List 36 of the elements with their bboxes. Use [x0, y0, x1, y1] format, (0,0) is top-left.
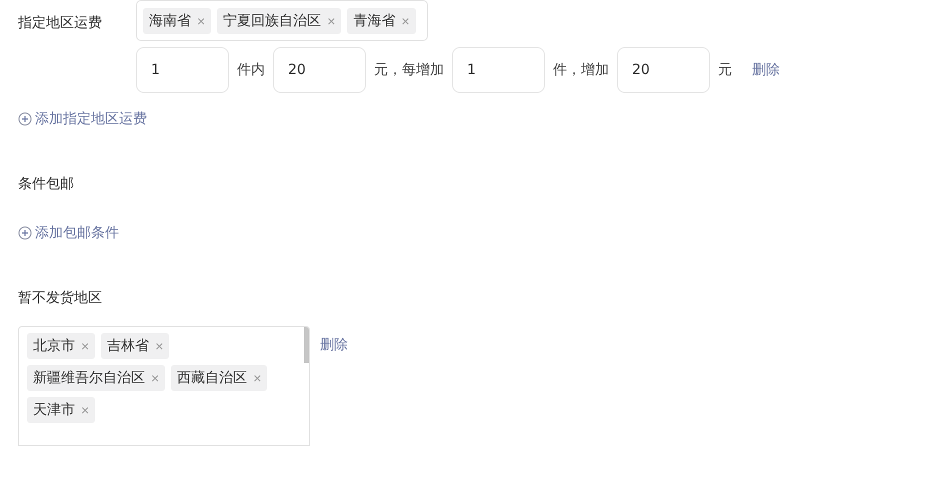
remove-tag-button[interactable]: ×	[327, 13, 336, 29]
delete-link[interactable]: 删除	[320, 336, 348, 354]
section-label: 条件包邮	[18, 175, 75, 193]
add-region-fee-link[interactable]: 添加指定地区运费	[18, 110, 147, 128]
region-tag: 天津市 ×	[27, 397, 96, 423]
plus-circle-icon	[18, 226, 32, 240]
remove-tag-button[interactable]: ×	[197, 13, 206, 29]
section-label: 暂不发货地区	[18, 289, 103, 307]
region-tag: 吉林省 ×	[101, 333, 170, 359]
add-condition-link[interactable]: 添加包邮条件	[18, 224, 119, 242]
region-tag: 西藏自治区 ×	[171, 365, 268, 391]
number-input[interactable]: 20	[617, 47, 710, 93]
region-tag: 新疆维吾尔自治区 ×	[27, 365, 166, 391]
region-select[interactable]: 海南省 × 宁夏回族自治区 × 青海省 ×	[136, 0, 428, 41]
unit-text: 元	[718, 61, 732, 79]
region-tag: 海南省 ×	[143, 8, 212, 34]
number-input[interactable]: 1	[452, 47, 545, 93]
field-label: 指定地区运费	[18, 14, 103, 32]
region-select[interactable]: 北京市 × 吉林省 × 新疆维吾尔自治区 × 西藏自治区 × 天津市 ×	[18, 326, 310, 446]
unit-text: 件，增加	[553, 61, 609, 79]
delete-link[interactable]: 删除	[752, 61, 780, 79]
remove-tag-button[interactable]: ×	[81, 402, 90, 418]
region-tag: 宁夏回族自治区 ×	[217, 8, 342, 34]
region-tag: 北京市 ×	[27, 333, 96, 359]
scrollbar-thumb[interactable]	[304, 327, 309, 363]
plus-circle-icon	[18, 112, 32, 126]
remove-tag-button[interactable]: ×	[81, 338, 90, 354]
remove-tag-button[interactable]: ×	[253, 370, 262, 386]
unit-text: 元，每增加	[374, 61, 444, 79]
number-input[interactable]: 1	[136, 47, 229, 93]
number-input[interactable]: 20	[273, 47, 366, 93]
unit-text: 件内	[237, 61, 265, 79]
remove-tag-button[interactable]: ×	[155, 338, 164, 354]
region-tag: 青海省 ×	[347, 8, 416, 34]
remove-tag-button[interactable]: ×	[151, 370, 160, 386]
remove-tag-button[interactable]: ×	[401, 13, 410, 29]
